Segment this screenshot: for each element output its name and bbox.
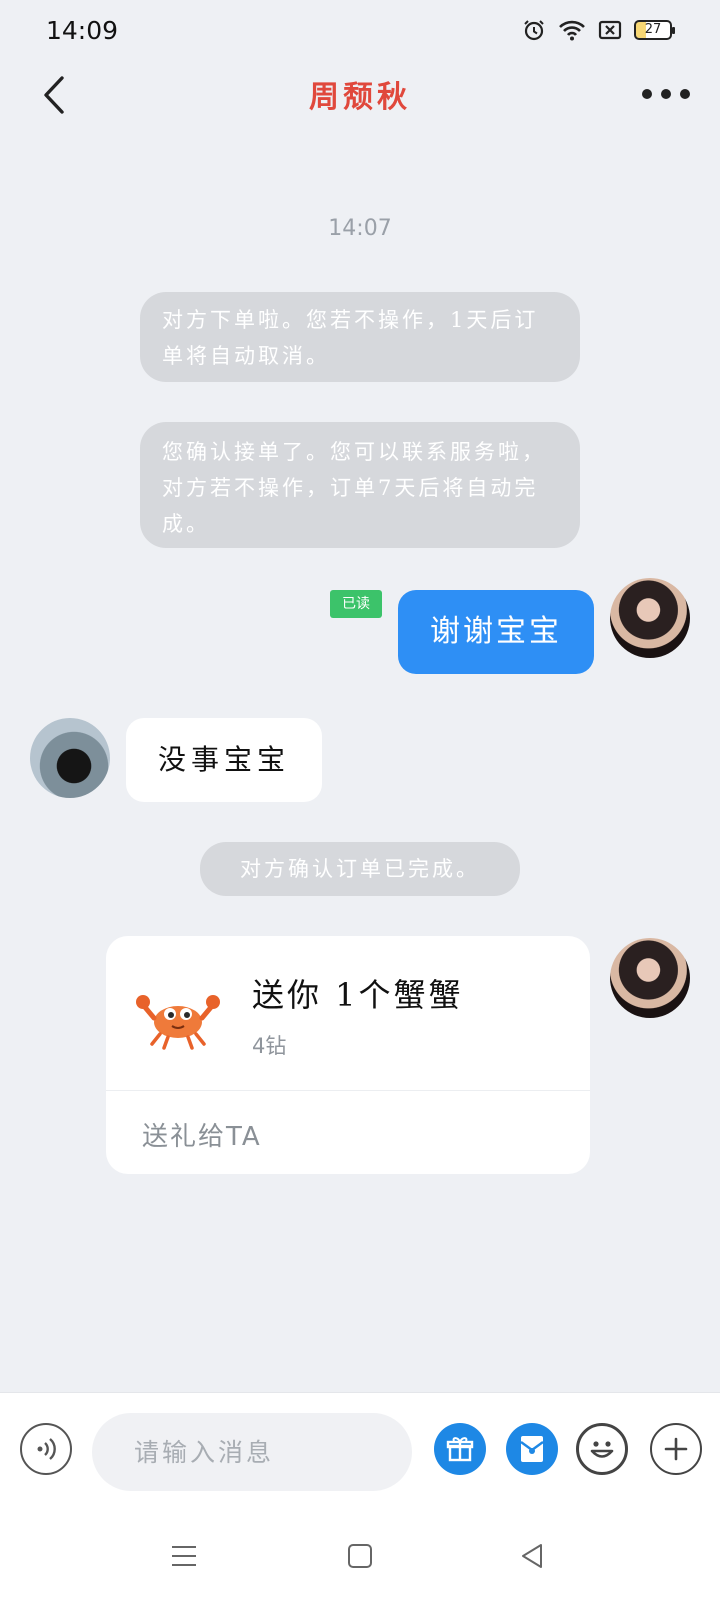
my-avatar[interactable]	[610, 578, 690, 658]
gift-card[interactable]: 送你 1个蟹蟹 4钻 送礼给TA	[106, 936, 590, 1174]
plus-icon	[664, 1437, 688, 1461]
system-message: 对方确认订单已完成。	[200, 842, 520, 896]
status-icons: 27	[522, 18, 675, 42]
home-square-icon	[348, 1544, 372, 1568]
input-bar	[0, 1392, 720, 1512]
system-message: 您确认接单了。您可以联系服务啦，对方若不操作，订单7天后将自动完成。	[140, 422, 580, 548]
system-back-button[interactable]	[510, 1534, 554, 1578]
contact-avatar[interactable]	[30, 718, 110, 798]
gift-price: 4钻	[252, 1034, 287, 1058]
wifi-icon	[559, 20, 585, 41]
my-message-bubble[interactable]: 谢谢宝宝	[398, 590, 594, 674]
divider	[106, 1090, 590, 1091]
gift-icon	[446, 1437, 474, 1462]
more-options-button[interactable]	[642, 82, 690, 106]
emoji-button[interactable]	[576, 1423, 628, 1475]
voice-icon	[37, 1438, 56, 1460]
red-packet-icon	[520, 1436, 544, 1462]
send-gift-link[interactable]: 送礼给TA	[142, 1116, 262, 1153]
chat-area[interactable]: 14:07 对方下单啦。您若不操作，1天后订单将自动取消。 您确认接单了。您可以…	[0, 128, 720, 1392]
crab-icon	[136, 995, 220, 1050]
red-packet-button[interactable]	[506, 1423, 558, 1475]
gift-button[interactable]	[434, 1423, 486, 1475]
more-actions-button[interactable]	[650, 1423, 702, 1475]
status-time: 14:09	[46, 16, 119, 45]
battery-icon: 27	[634, 20, 675, 40]
system-message: 对方下单啦。您若不操作，1天后订单将自动取消。	[140, 292, 580, 382]
chat-header: 周颓秋	[0, 64, 720, 128]
menu-icon	[172, 1546, 196, 1566]
voice-button[interactable]	[20, 1423, 72, 1475]
home-button[interactable]	[338, 1534, 382, 1578]
status-bar: 14:09 27	[0, 0, 720, 64]
more-dots-icon	[661, 89, 671, 99]
read-status-badge: 已读	[330, 590, 382, 618]
emoji-icon	[590, 1441, 614, 1458]
my-avatar[interactable]	[610, 938, 690, 1018]
more-dots-icon	[680, 89, 690, 99]
back-triangle-icon	[522, 1544, 542, 1568]
system-nav-bar	[0, 1512, 720, 1600]
alarm-icon	[524, 20, 544, 41]
contact-message-bubble[interactable]: 没事宝宝	[126, 718, 322, 802]
message-input[interactable]	[92, 1413, 412, 1491]
page-title: 周颓秋	[309, 80, 411, 115]
menu-button[interactable]	[162, 1534, 206, 1578]
sim-off-icon	[598, 20, 622, 40]
more-dots-icon	[642, 89, 652, 99]
gift-title: 送你 1个蟹蟹	[252, 976, 464, 1014]
message-timestamp: 14:07	[328, 216, 392, 241]
